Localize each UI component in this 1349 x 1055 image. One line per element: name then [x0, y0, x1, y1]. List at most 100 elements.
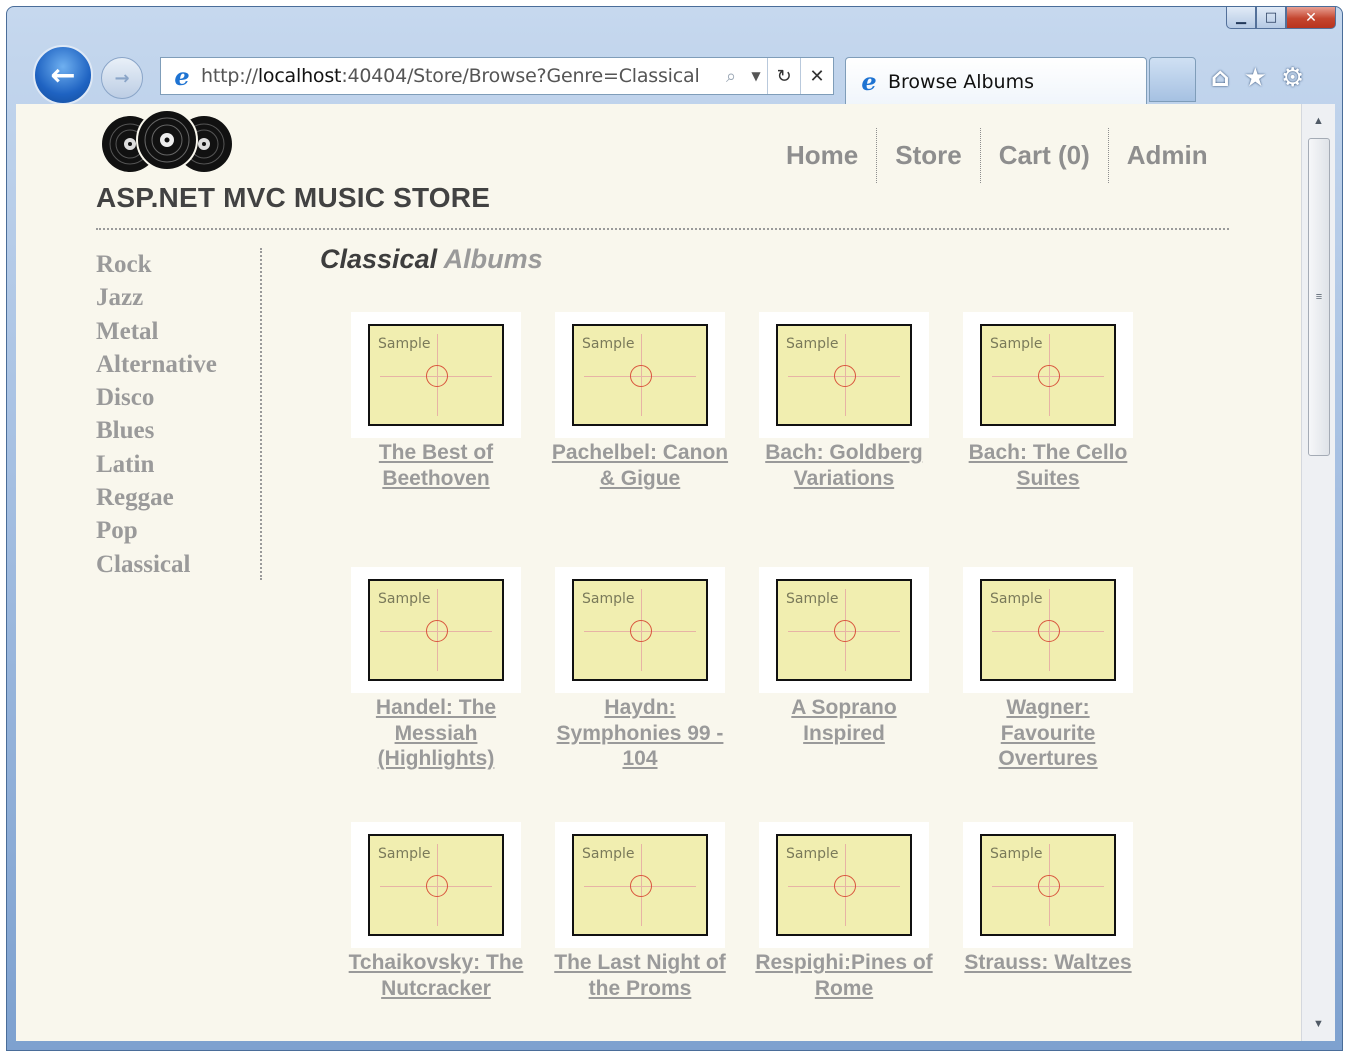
album-art-placeholder: Sample [368, 834, 504, 936]
album-item[interactable]: Sample The Best of Beethoven [334, 312, 538, 567]
url-path: :40404/Store/Browse?Genre=Classical [341, 65, 700, 87]
album-title-link[interactable]: Handel: The Messiah (Highlights) [346, 695, 526, 772]
sample-label: Sample [990, 591, 1043, 607]
scrollbar-thumb[interactable]: ≡ [1308, 138, 1330, 456]
sample-label: Sample [786, 591, 839, 607]
album-item[interactable]: Sample Haydn: Symphonies 99 - 104 [538, 567, 742, 822]
nav-admin[interactable]: Admin [1107, 128, 1226, 183]
disc-icon [136, 109, 198, 171]
album-item[interactable]: Sample Bach: The Cello Suites [946, 312, 1150, 567]
tab-browse-albums[interactable]: e Browse Albums [845, 57, 1147, 105]
album-item[interactable]: Sample Strauss: Waltzes [946, 822, 1150, 1041]
album-title-link[interactable]: Haydn: Symphonies 99 - 104 [550, 695, 730, 772]
address-url[interactable]: http://localhost:40404/Store/Browse?Genr… [201, 65, 717, 87]
sample-label: Sample [786, 846, 839, 862]
album-item[interactable]: Sample Pachelbel: Canon & Gigue [538, 312, 742, 567]
back-button[interactable]: ← [33, 45, 93, 105]
crosshair-icon [630, 365, 652, 387]
maximize-button[interactable]: □ [1256, 7, 1286, 29]
scroll-down-arrow-icon[interactable]: ▼ [1302, 1009, 1335, 1039]
chevron-down-icon[interactable]: ▼ [745, 58, 767, 94]
sample-label: Sample [786, 336, 839, 352]
album-art-frame: Sample [963, 312, 1133, 438]
album-art-placeholder: Sample [572, 579, 708, 681]
new-tab-button[interactable] [1149, 57, 1196, 102]
crosshair-icon [426, 875, 448, 897]
url-scheme: http:// [201, 65, 258, 87]
arrow-right-icon: → [114, 67, 130, 89]
crosshair-icon [426, 620, 448, 642]
genre-link-reggae[interactable]: Reggae [96, 481, 260, 514]
album-title-link[interactable]: Tchaikovsky: The Nutcracker [346, 950, 526, 1001]
album-grid: Sample The Best of Beethoven Sample Pachelb… [334, 312, 1154, 1041]
genre-link-jazz[interactable]: Jazz [96, 281, 260, 314]
nav-cart[interactable]: Cart (0) [979, 128, 1108, 183]
genre-link-blues[interactable]: Blues [96, 414, 260, 447]
sample-label: Sample [378, 846, 431, 862]
album-art-frame: Sample [759, 567, 929, 693]
heading-genre: Classical [320, 244, 438, 274]
sample-label: Sample [582, 336, 635, 352]
main-nav: Home Store Cart (0) Admin [768, 128, 1226, 183]
album-art-frame: Sample [963, 822, 1133, 948]
album-art-placeholder: Sample [980, 579, 1116, 681]
nav-store[interactable]: Store [876, 128, 979, 183]
album-item[interactable]: Sample Respighi:Pines of Rome [742, 822, 946, 1041]
album-art-frame: Sample [555, 567, 725, 693]
album-art-frame: Sample [963, 567, 1133, 693]
album-title-link[interactable]: Bach: The Cello Suites [958, 440, 1138, 491]
sample-label: Sample [378, 591, 431, 607]
album-art-placeholder: Sample [368, 579, 504, 681]
genre-link-pop[interactable]: Pop [96, 514, 260, 547]
album-title-link[interactable]: Wagner: Favourite Overtures [958, 695, 1138, 772]
window-controls: ▁ □ ✕ [1226, 7, 1336, 29]
album-title-link[interactable]: The Best of Beethoven [346, 440, 526, 491]
crosshair-icon [834, 620, 856, 642]
scroll-up-arrow-icon[interactable]: ▲ [1302, 106, 1335, 136]
album-title-link[interactable]: Respighi:Pines of Rome [754, 950, 934, 1001]
sample-label: Sample [990, 336, 1043, 352]
album-art-frame: Sample [351, 822, 521, 948]
genre-link-metal[interactable]: Metal [96, 315, 260, 348]
genre-link-classical[interactable]: Classical [96, 548, 260, 581]
album-item[interactable]: Sample A Soprano Inspired [742, 567, 946, 822]
close-button[interactable]: ✕ [1286, 7, 1336, 29]
home-icon[interactable]: ⌂ [1211, 63, 1230, 93]
grip-icon: ≡ [1315, 291, 1323, 303]
refresh-icon[interactable]: ↻ [767, 58, 800, 94]
album-title-link[interactable]: Bach: Goldberg Variations [754, 440, 934, 491]
nav-home[interactable]: Home [768, 128, 876, 183]
site-logo[interactable] [96, 108, 238, 172]
close-icon[interactable]: ✕ [800, 58, 833, 94]
gear-icon[interactable]: ⚙ [1281, 63, 1304, 93]
vertical-scrollbar[interactable]: ▲ ≡ ▼ [1301, 104, 1335, 1041]
album-art-placeholder: Sample [980, 324, 1116, 426]
crosshair-icon [426, 365, 448, 387]
album-art-placeholder: Sample [776, 579, 912, 681]
tab-title: Browse Albums [888, 70, 1035, 93]
genre-link-latin[interactable]: Latin [96, 448, 260, 481]
album-art-placeholder: Sample [368, 324, 504, 426]
genre-link-alternative[interactable]: Alternative [96, 348, 260, 381]
album-title-link[interactable]: The Last Night of the Proms [550, 950, 730, 1001]
album-title-link[interactable]: Strauss: Waltzes [958, 950, 1138, 976]
album-art-frame: Sample [555, 312, 725, 438]
forward-button[interactable]: → [101, 57, 143, 99]
album-item[interactable]: Sample The Last Night of the Proms [538, 822, 742, 1041]
album-item[interactable]: Sample Tchaikovsky: The Nutcracker [334, 822, 538, 1041]
album-art-frame: Sample [555, 822, 725, 948]
minimize-button[interactable]: ▁ [1226, 7, 1256, 29]
sample-label: Sample [582, 846, 635, 862]
crosshair-icon [1038, 875, 1060, 897]
genre-link-disco[interactable]: Disco [96, 381, 260, 414]
album-item[interactable]: Sample Wagner: Favourite Overtures [946, 567, 1150, 822]
address-bar[interactable]: e http://localhost:40404/Store/Browse?Ge… [160, 57, 834, 95]
search-icon[interactable]: ⌕ [717, 58, 745, 94]
sample-label: Sample [378, 336, 431, 352]
album-title-link[interactable]: Pachelbel: Canon & Gigue [550, 440, 730, 491]
album-title-link[interactable]: A Soprano Inspired [754, 695, 934, 746]
star-icon[interactable]: ★ [1244, 63, 1267, 93]
album-item[interactable]: Sample Handel: The Messiah (Highlights) [334, 567, 538, 822]
album-item[interactable]: Sample Bach: Goldberg Variations [742, 312, 946, 567]
genre-link-rock[interactable]: Rock [96, 248, 260, 281]
